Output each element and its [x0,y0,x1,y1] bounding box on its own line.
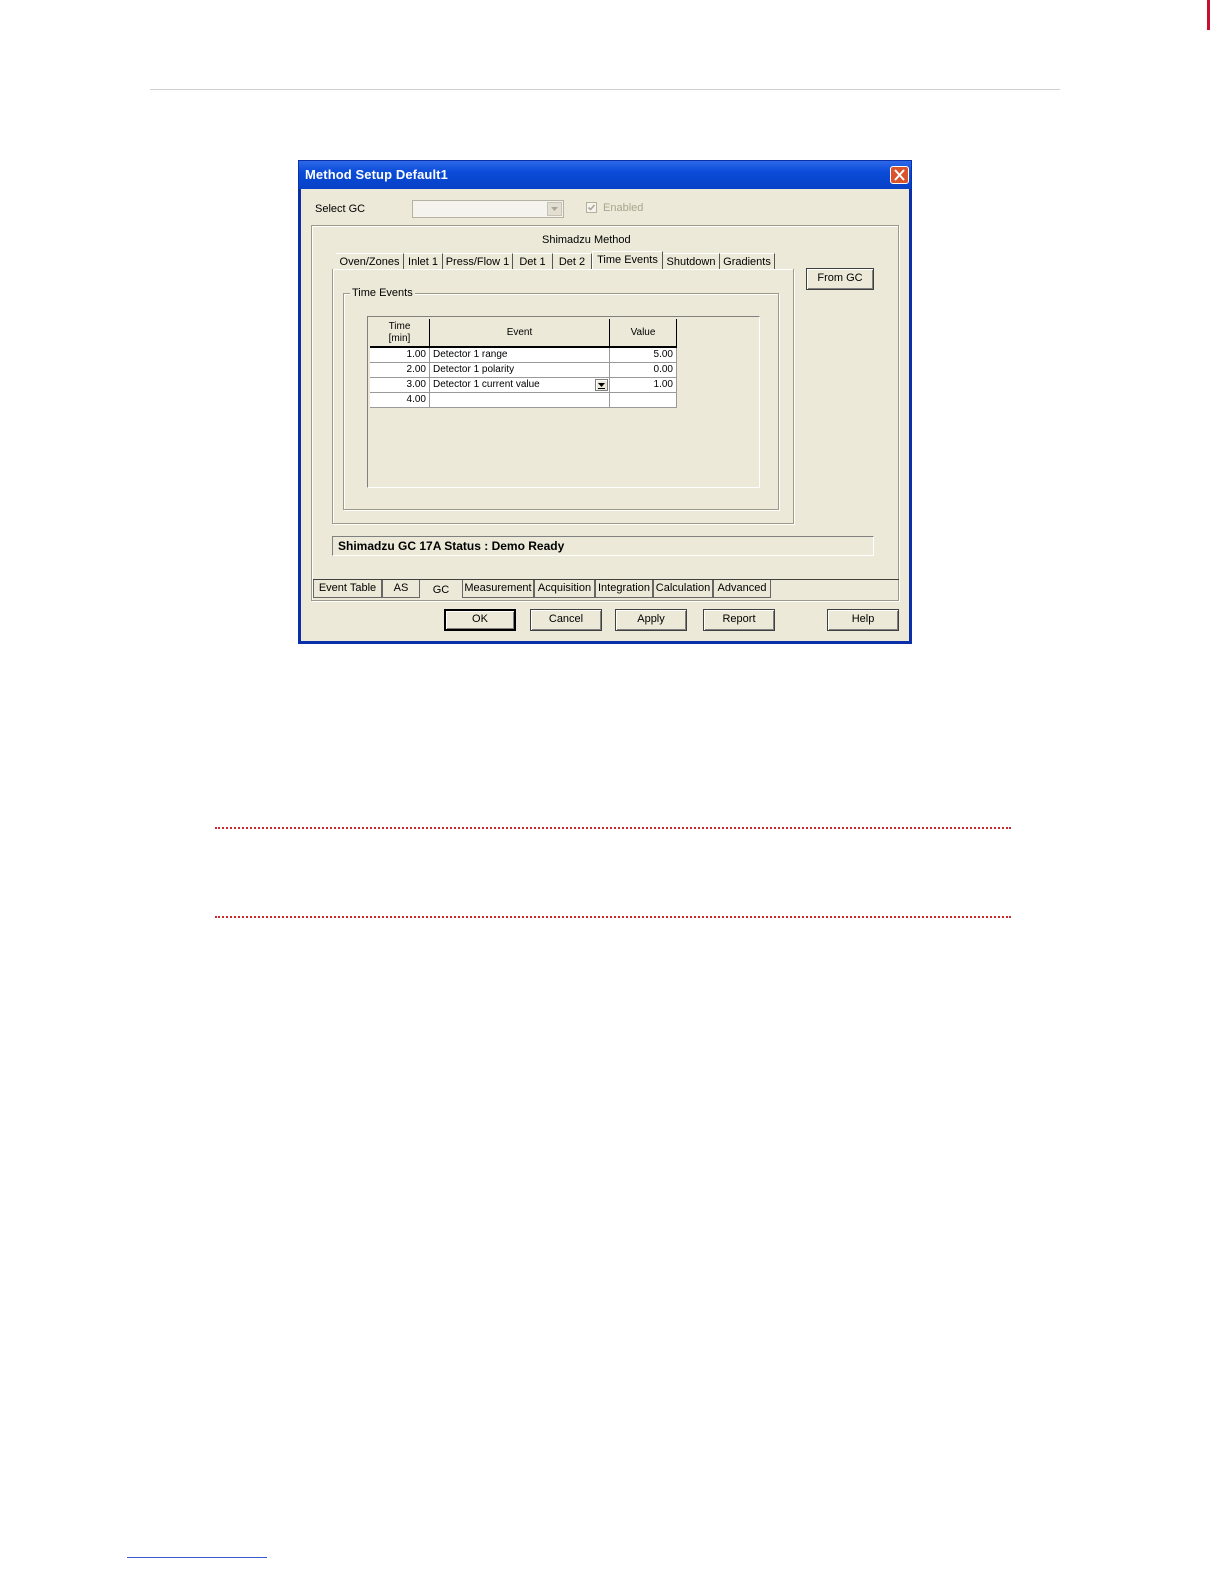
page-edge-mark [1207,0,1210,30]
method-heading: Shimadzu Method [542,234,631,246]
tab-gradients[interactable]: Gradients [720,253,775,270]
tab-det-2[interactable]: Det 2 [553,253,592,270]
tab-as[interactable]: AS [382,580,420,598]
close-icon [894,169,905,181]
from-gc-button[interactable]: From GC [806,268,874,290]
header-value: Value [610,319,677,348]
close-button[interactable] [890,166,909,184]
footnote-rule [127,1557,267,1558]
value-cell[interactable] [610,393,677,408]
value-cell[interactable]: 5.00 [610,348,677,363]
time-cell[interactable]: 4.00 [370,393,430,408]
apply-button[interactable]: Apply [615,609,687,631]
event-cell[interactable]: Detector 1 polarity [430,363,610,378]
time-events-group-label: Time Events [350,287,415,299]
dropdown-underline [598,388,605,389]
header-time: Time [min] [370,319,430,348]
dotted-rule-bottom [215,916,1011,918]
time-cell[interactable]: 2.00 [370,363,430,378]
time-cell[interactable]: 1.00 [370,348,430,363]
event-cell[interactable]: Detector 1 range [430,348,610,363]
header-event: Event [430,319,610,348]
tab-time-events[interactable]: Time Events [592,251,663,270]
tab-calculation[interactable]: Calculation [653,580,713,598]
help-button[interactable]: Help [827,609,899,631]
time-events-grid[interactable]: Time [min] Event Value 1.00 Detector 1 r… [367,316,760,488]
report-button[interactable]: Report [703,609,775,631]
status-text: Shimadzu GC 17A Status : Demo Ready [338,539,565,553]
select-gc-label: Select GC [315,203,366,215]
header-rule [150,89,1060,90]
dialog-title: Method Setup Default1 [305,167,448,182]
tab-integration[interactable]: Integration [595,580,653,598]
tab-acquisition[interactable]: Acquisition [534,580,595,598]
tab-press-flow-1[interactable]: Press/Flow 1 [443,253,513,270]
event-dropdown-button[interactable] [595,379,608,391]
tab-oven-zones[interactable]: Oven/Zones [336,253,404,270]
cancel-button[interactable]: Cancel [530,609,602,631]
title-bar: Method Setup Default1 [299,161,911,189]
method-setup-dialog: Method Setup Default1 Select GC Enabled … [298,160,912,644]
value-cell[interactable]: 1.00 [610,378,677,393]
tab-event-table[interactable]: Event Table [313,580,382,598]
tab-gc[interactable]: GC [420,580,462,598]
status-bar: Shimadzu GC 17A Status : Demo Ready [332,536,874,556]
dialog-body: Select GC Enabled Shimadzu Method Oven/Z… [301,189,909,641]
tab-measurement[interactable]: Measurement [462,580,534,598]
tab-det-1[interactable]: Det 1 [513,253,553,270]
event-cell[interactable]: Detector 1 current value [430,378,610,393]
chevron-down-icon [551,207,558,211]
value-cell[interactable]: 0.00 [610,363,677,378]
event-cell[interactable] [430,393,610,408]
tab-shutdown[interactable]: Shutdown [663,253,720,270]
dotted-rule-top [215,827,1011,829]
tab-inlet-1[interactable]: Inlet 1 [404,253,443,270]
tab-advanced[interactable]: Advanced [713,580,771,598]
enabled-label: Enabled [603,202,644,214]
time-cell[interactable]: 3.00 [370,378,430,393]
ok-button[interactable]: OK [444,609,516,631]
select-gc-combo[interactable] [412,200,564,218]
check-icon [587,204,596,211]
combo-dropdown-button[interactable] [547,202,562,216]
enabled-checkbox[interactable] [586,202,597,213]
